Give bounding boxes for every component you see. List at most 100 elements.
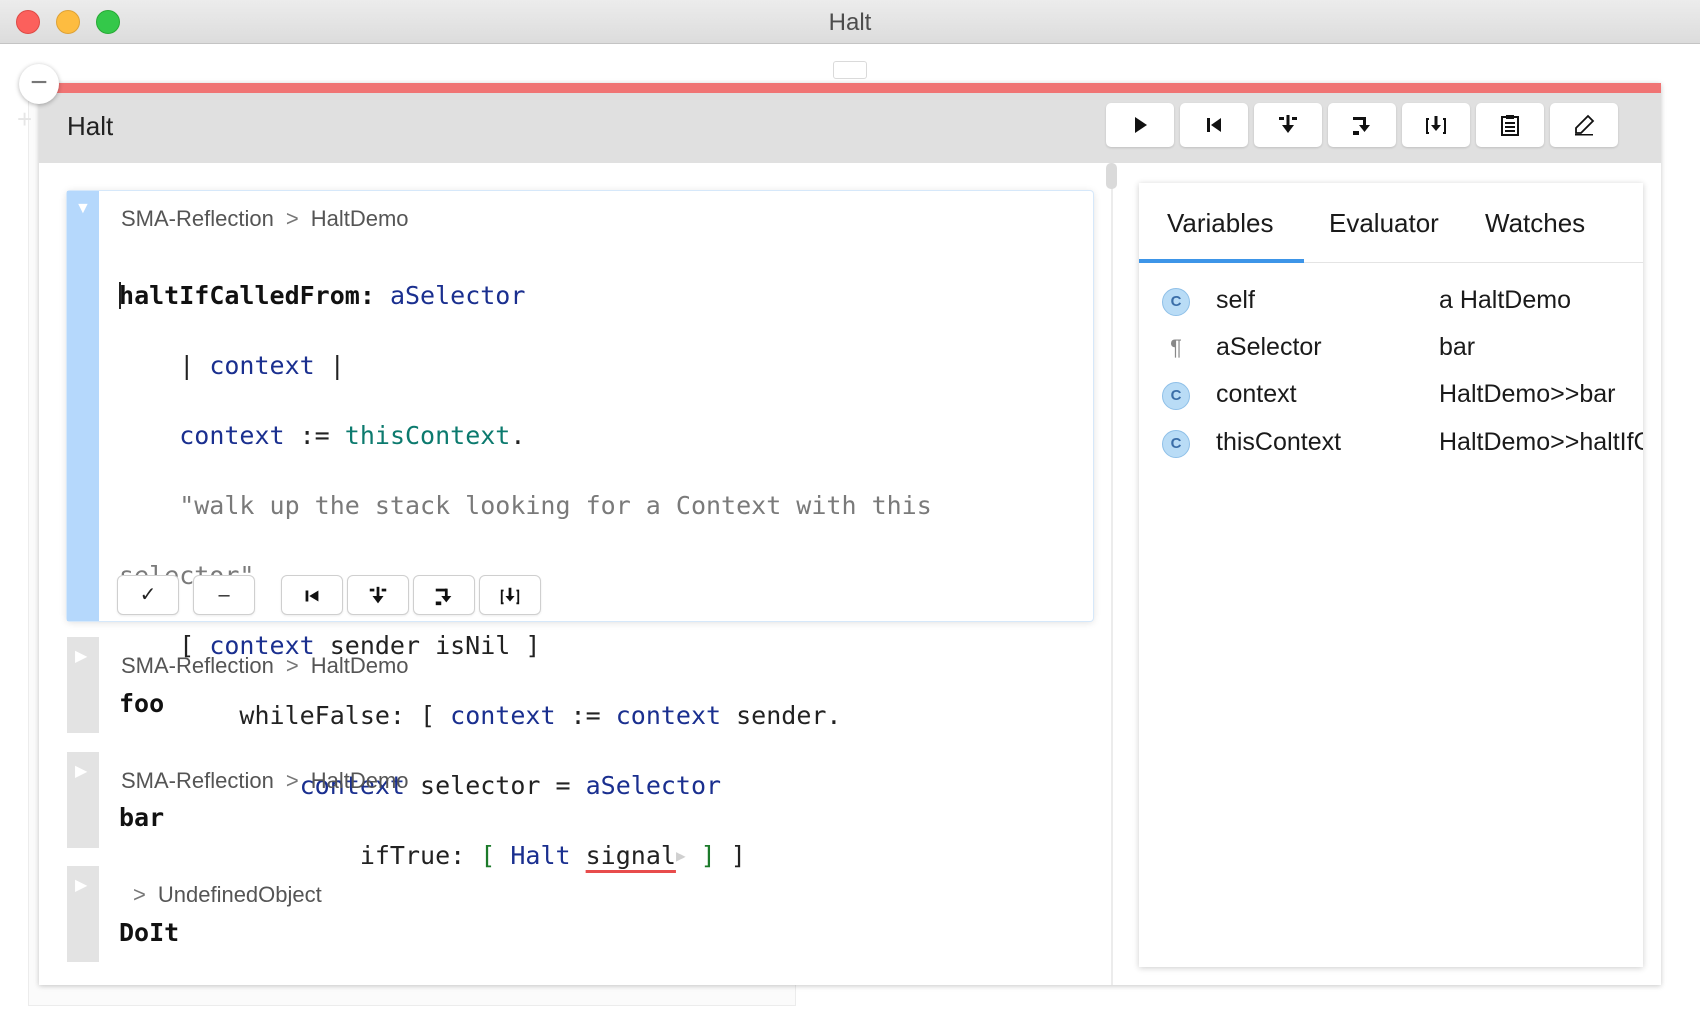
restart-icon (1207, 118, 1221, 132)
variable-name: aSelector (1216, 333, 1322, 361)
code-line: haltIfCalledFrom: aSelector (119, 278, 1059, 313)
breadcrumb-separator: > (285, 768, 299, 793)
frame-step-into-button[interactable] (347, 575, 409, 615)
accept-button[interactable]: ✓ (117, 575, 179, 615)
class-name[interactable]: HaltDemo (311, 653, 409, 678)
restart-button[interactable] (1180, 103, 1248, 147)
breadcrumb-separator: > (285, 653, 299, 678)
clipboard-icon (1501, 115, 1519, 136)
frame-breadcrumb: SMA-Reflection > HaltDemo (121, 206, 409, 232)
class-name[interactable]: UndefinedObject (158, 882, 322, 907)
method-name: foo (119, 689, 165, 718)
code-token: | (119, 351, 210, 380)
frame-breadcrumb: SMA-Reflection > HaltDemo (121, 653, 409, 679)
window-title: Halt (828, 9, 872, 36)
class-name[interactable]: HaltDemo (311, 768, 409, 793)
expand-marker-icon[interactable]: ▶ (676, 846, 686, 865)
step-into-button[interactable] (1254, 103, 1322, 147)
window-title-bar: Halt (0, 0, 1700, 44)
code-token: thisContext (344, 421, 511, 450)
step-over-icon (435, 588, 452, 606)
play-icon (1135, 117, 1147, 133)
frame-breadcrumb: SMA-Reflection > HaltDemo (121, 768, 409, 794)
step-into-icon (1279, 115, 1297, 133)
variable-name: context (1216, 380, 1297, 408)
code-token: | (314, 351, 345, 380)
variable-row[interactable]: C self a HaltDemo (1139, 280, 1643, 328)
tab-evaluator[interactable]: Evaluator (1329, 208, 1439, 239)
code-token: . (510, 421, 526, 450)
step-through-button[interactable] (1402, 103, 1470, 147)
package-name[interactable]: SMA-Reflection (121, 206, 274, 231)
copy-stack-button[interactable] (1476, 103, 1544, 147)
frame-breadcrumb: > UndefinedObject (121, 882, 322, 908)
pilcrow-icon: ¶ (1170, 335, 1182, 360)
stack-frame[interactable]: ▶ > UndefinedObject DoIt (67, 866, 1093, 962)
step-over-icon (1353, 117, 1370, 135)
frame-gutter[interactable]: ▶ (67, 866, 99, 962)
code-token: context (179, 421, 285, 450)
code-comment: selector" (119, 561, 255, 590)
variable-value: HaltDemo>>bar (1439, 380, 1616, 408)
triangle-right-icon[interactable]: ▶ (75, 761, 87, 781)
class-c-icon: C (1162, 430, 1190, 458)
checkmark-icon: ✓ (139, 584, 157, 606)
code-token: h (119, 281, 135, 310)
active-tab-indicator (1139, 259, 1304, 263)
debugger-title: Halt (67, 111, 114, 141)
frame-step-through-button[interactable] (479, 575, 541, 615)
add-icon: + (17, 104, 33, 134)
variable-row[interactable]: C thisContext HaltDemo>>haltIfCalledFrom… (1139, 422, 1643, 470)
package-name[interactable]: SMA-Reflection (121, 653, 274, 678)
frame-gutter[interactable]: ▶ (67, 637, 99, 733)
stack-frame-selected[interactable]: ▼ SMA-Reflection > HaltDemo haltIfCalledFr… (67, 191, 1093, 870)
code-token: aSelector (389, 281, 526, 310)
tab-variables[interactable]: Variables (1167, 208, 1273, 239)
halt-indicator-bar (39, 83, 1661, 93)
debugger-toolbar: Halt (39, 93, 1661, 163)
triangle-right-icon[interactable]: ▶ (75, 646, 87, 666)
triangle-right-icon[interactable]: ▶ (75, 875, 87, 895)
frame-step-over-button[interactable] (413, 575, 475, 615)
triangle-down-icon[interactable]: ▼ (75, 200, 91, 218)
code-line: | context | (119, 348, 1059, 383)
variable-row[interactable]: ¶ aSelector bar (1139, 327, 1643, 375)
resume-button[interactable] (1106, 103, 1174, 147)
pencil-icon (1575, 114, 1595, 136)
stack-frame[interactable]: ▶ SMA-Reflection > HaltDemo bar (67, 752, 1093, 848)
code-token: context (209, 351, 315, 380)
variable-name: self (1216, 286, 1255, 314)
variables-inspector: Variables Evaluator Watches C self a Hal… (1139, 183, 1643, 967)
frame-restart-button[interactable] (281, 575, 343, 615)
pane-divider[interactable] (1111, 163, 1113, 985)
tab-watches[interactable]: Watches (1485, 208, 1585, 239)
breadcrumb-separator: > (133, 882, 146, 907)
collapse-button[interactable]: − (19, 64, 59, 104)
edit-button[interactable] (1550, 103, 1618, 147)
variable-value: HaltDemo>>haltIfCalledFrom: (1439, 428, 1643, 456)
code-token: := (284, 421, 345, 450)
scrollbar-thumb[interactable] (1106, 163, 1117, 189)
method-name: DoIt (119, 918, 180, 947)
breadcrumb-separator: > (285, 206, 299, 231)
package-name[interactable]: SMA-Reflection (121, 768, 274, 793)
variable-name: thisContext (1216, 428, 1342, 456)
step-over-button[interactable] (1328, 103, 1396, 147)
variable-row[interactable]: C context HaltDemo>>bar (1139, 374, 1643, 422)
code-token: altIfCalledFrom: (134, 281, 375, 310)
code-comment: "walk up the stack looking for a Context… (119, 491, 932, 520)
stack-frame[interactable]: ▶ SMA-Reflection > HaltDemo foo (67, 637, 1093, 733)
inspector-tabs: Variables Evaluator Watches (1139, 183, 1643, 263)
frame-gutter[interactable]: ▼ (67, 191, 99, 621)
cancel-button[interactable]: – (193, 575, 255, 615)
class-c-icon: C (1162, 288, 1190, 316)
resize-handle[interactable] (833, 61, 867, 79)
debugger-content: ▼ SMA-Reflection > HaltDemo haltIfCalledFr… (39, 163, 1661, 985)
class-name[interactable]: HaltDemo (311, 206, 409, 231)
variable-value: bar (1439, 333, 1476, 361)
variable-value: a HaltDemo (1439, 286, 1571, 314)
restart-icon (305, 590, 319, 602)
frame-gutter[interactable]: ▶ (67, 752, 99, 848)
step-through-icon (1426, 116, 1446, 134)
